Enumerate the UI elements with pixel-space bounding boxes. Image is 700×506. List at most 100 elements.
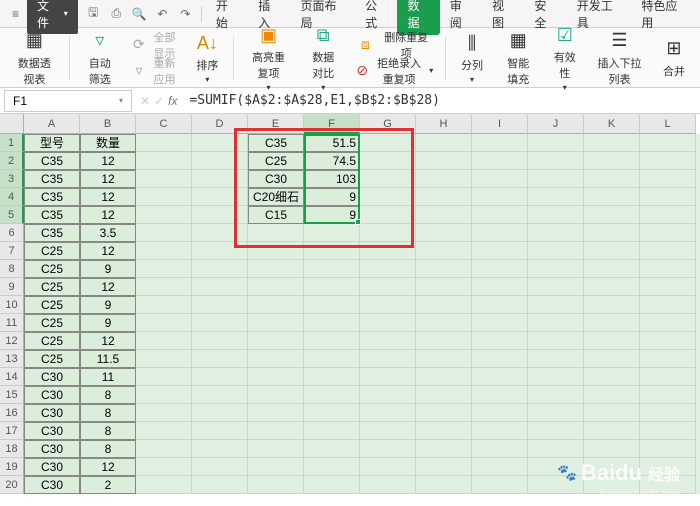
cell[interactable]: C35 [24,206,80,224]
cell[interactable] [640,332,696,350]
cell[interactable] [192,458,248,476]
cell[interactable] [192,386,248,404]
cell[interactable]: C35 [24,224,80,242]
cell[interactable]: C25 [24,278,80,296]
cell[interactable] [136,224,192,242]
cell[interactable] [136,242,192,260]
cell[interactable] [192,224,248,242]
cell[interactable] [416,260,472,278]
cell[interactable] [528,224,584,242]
preview-icon[interactable]: 🔍 [129,3,150,25]
cell[interactable] [136,296,192,314]
cell[interactable] [528,134,584,152]
cell[interactable] [136,260,192,278]
cell[interactable] [584,152,640,170]
cell[interactable] [304,242,360,260]
cell[interactable] [416,368,472,386]
cell[interactable]: 12 [80,152,136,170]
cell[interactable] [472,404,528,422]
cell[interactable]: 103 [304,170,360,188]
cell[interactable] [640,206,696,224]
cell[interactable] [640,296,696,314]
cell[interactable] [360,404,416,422]
cell[interactable] [640,404,696,422]
col-header[interactable]: F [304,114,360,134]
cell[interactable] [640,188,696,206]
cell[interactable]: 9 [80,296,136,314]
cell[interactable]: C30 [24,404,80,422]
cell[interactable] [304,476,360,494]
cell[interactable]: C25 [24,314,80,332]
row-header[interactable]: 8 [0,260,24,278]
row-header[interactable]: 15 [0,386,24,404]
cell[interactable]: C25 [248,152,304,170]
cell[interactable] [136,152,192,170]
row-header[interactable]: 10 [0,296,24,314]
insert-dropdown-button[interactable]: ☰ 插入下拉列表 [587,27,652,89]
cell[interactable] [584,224,640,242]
cell[interactable] [640,242,696,260]
cell[interactable]: C30 [24,476,80,494]
cell[interactable] [248,386,304,404]
row-header[interactable]: 18 [0,440,24,458]
cell[interactable] [360,440,416,458]
col-header[interactable]: I [472,114,528,134]
cell[interactable] [360,260,416,278]
cell[interactable] [360,332,416,350]
cell[interactable] [472,206,528,224]
cell[interactable] [360,386,416,404]
cell[interactable]: 12 [80,278,136,296]
cell[interactable] [360,134,416,152]
validation-button[interactable]: ☑ 有效性▾ [545,21,585,94]
cell[interactable] [416,350,472,368]
cell[interactable] [640,422,696,440]
cell[interactable] [192,296,248,314]
cell[interactable] [248,476,304,494]
cell[interactable] [248,260,304,278]
cell[interactable] [640,134,696,152]
cell[interactable] [584,242,640,260]
cell[interactable]: 3.5 [80,224,136,242]
cell[interactable]: 74.5 [304,152,360,170]
cell[interactable] [640,350,696,368]
row-header[interactable]: 12 [0,332,24,350]
cell[interactable] [304,332,360,350]
cell[interactable] [528,278,584,296]
cell[interactable] [528,422,584,440]
cell[interactable] [416,332,472,350]
col-header[interactable]: D [192,114,248,134]
col-header[interactable]: C [136,114,192,134]
cell[interactable]: 12 [80,188,136,206]
cell[interactable] [584,350,640,368]
cell[interactable]: C30 [248,170,304,188]
cell[interactable] [136,278,192,296]
cell[interactable] [136,458,192,476]
row-header[interactable]: 4 [0,188,24,206]
cell[interactable] [640,170,696,188]
row-header[interactable]: 13 [0,350,24,368]
cell[interactable] [360,242,416,260]
cell[interactable] [416,224,472,242]
cell[interactable] [304,350,360,368]
cell[interactable] [192,170,248,188]
cell[interactable] [360,476,416,494]
col-header[interactable]: E [248,114,304,134]
cell[interactable] [416,188,472,206]
cell[interactable] [528,170,584,188]
col-header[interactable]: A [24,114,80,134]
cell[interactable] [472,332,528,350]
row-header[interactable]: 6 [0,224,24,242]
cell[interactable] [136,440,192,458]
cell[interactable]: C35 [24,188,80,206]
cell[interactable] [640,152,696,170]
cell[interactable] [304,278,360,296]
cell[interactable] [192,260,248,278]
cell[interactable]: 11.5 [80,350,136,368]
cell[interactable] [584,368,640,386]
cell[interactable] [528,368,584,386]
cell[interactable] [360,170,416,188]
col-header[interactable]: L [640,114,696,134]
undo-icon[interactable]: ↶ [152,3,173,25]
cell[interactable] [528,314,584,332]
cell[interactable] [640,314,696,332]
